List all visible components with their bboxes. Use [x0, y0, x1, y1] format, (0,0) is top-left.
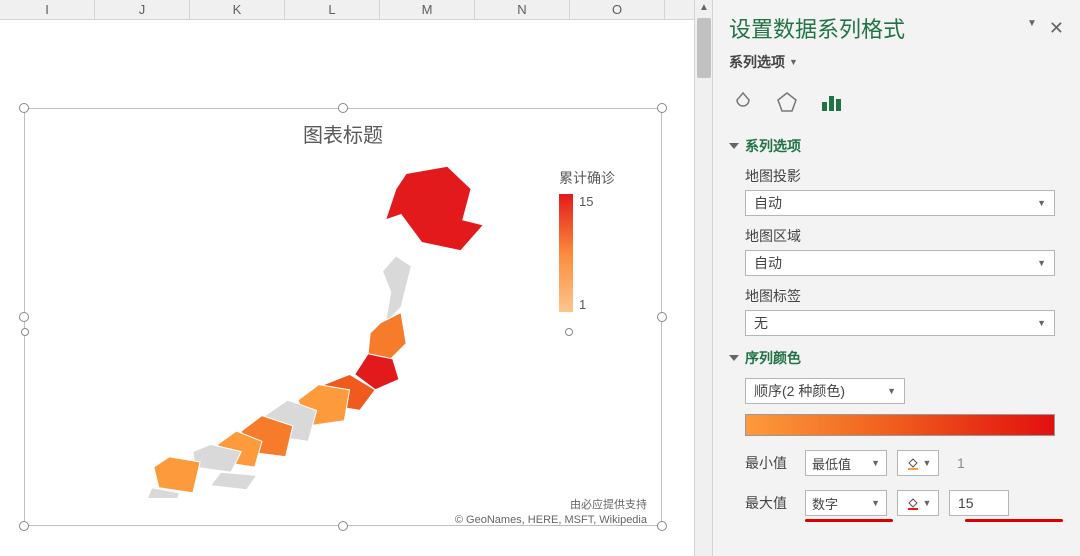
map-labels-label: 地图标签	[745, 286, 1064, 306]
resize-handle[interactable]	[19, 521, 29, 531]
spreadsheet-area: I J K L M N O 图表标题	[0, 0, 712, 556]
max-value-row: 最大值 数字▼ ▼ 15	[745, 490, 1064, 516]
col-header[interactable]: M	[380, 0, 475, 19]
series-color-section: 序列颜色 顺序(2 种颜色)▼ 最小值 最低值▼ ▼ 1 最大值 数字▼	[729, 348, 1064, 516]
scroll-thumb[interactable]	[697, 18, 711, 78]
map-chart[interactable]	[37, 158, 559, 498]
effects-tab[interactable]	[773, 88, 801, 116]
col-header[interactable]: K	[190, 0, 285, 19]
series-options-section: 系列选项 地图投影 自动▼ 地图区域 自动▼ 地图标签 无▼	[729, 136, 1064, 336]
section-toggle[interactable]: 系列选项	[729, 136, 1064, 156]
legend-gradient	[559, 194, 573, 312]
fill-line-tab[interactable]	[729, 88, 757, 116]
panel-title: 设置数据系列格式	[729, 12, 905, 44]
min-value-display: 1	[949, 450, 1009, 476]
chart-plot-area[interactable]: 累计确诊 15 1	[25, 158, 661, 498]
min-type-select[interactable]: 最低值▼	[805, 450, 887, 476]
chart-title[interactable]: 图表标题	[25, 109, 661, 158]
col-header[interactable]: L	[285, 0, 380, 19]
resize-handle[interactable]	[657, 521, 667, 531]
paint-bucket-icon	[905, 495, 921, 511]
format-data-series-panel: 设置数据系列格式 ▼ ✕ 系列选项 ▼ 系列选项 地图投影 自动▼	[712, 0, 1080, 556]
vertical-scrollbar[interactable]: ▲	[694, 0, 712, 556]
format-category-tabs	[729, 88, 1064, 124]
chart-legend[interactable]: 累计确诊 15 1	[559, 158, 649, 498]
max-value-input[interactable]: 15	[949, 490, 1009, 516]
japan-map-svg	[37, 158, 559, 498]
annotation-underline	[805, 519, 893, 522]
panel-options-dropdown[interactable]: ▼	[1027, 18, 1037, 39]
col-header[interactable]: I	[0, 0, 95, 19]
map-projection-select[interactable]: 自动▼	[745, 190, 1055, 216]
map-projection-label: 地图投影	[745, 166, 1064, 186]
resize-handle[interactable]	[19, 103, 29, 113]
max-type-select[interactable]: 数字▼	[805, 490, 887, 516]
min-color-button[interactable]: ▼	[897, 450, 939, 476]
map-area-label: 地图区域	[745, 226, 1064, 246]
scroll-up-button[interactable]: ▲	[695, 0, 713, 18]
annotation-underline	[965, 519, 1063, 522]
sheet-body[interactable]: 图表标题	[0, 20, 712, 556]
max-label: 最大值	[745, 493, 795, 513]
chart-object[interactable]: 图表标题	[24, 108, 662, 526]
section-toggle[interactable]: 序列颜色	[729, 348, 1064, 368]
resize-handle[interactable]	[657, 103, 667, 113]
column-headers: I J K L M N O	[0, 0, 712, 20]
legend-max: 15	[579, 194, 593, 209]
map-area-select[interactable]: 自动▼	[745, 250, 1055, 276]
close-icon[interactable]: ✕	[1049, 18, 1064, 39]
series-options-tab[interactable]	[817, 88, 845, 116]
resize-handle[interactable]	[338, 521, 348, 531]
resize-handle[interactable]	[338, 103, 348, 113]
col-header[interactable]: J	[95, 0, 190, 19]
color-scheme-select[interactable]: 顺序(2 种颜色)▼	[745, 378, 905, 404]
col-header[interactable]: N	[475, 0, 570, 19]
max-color-button[interactable]: ▼	[897, 490, 939, 516]
paint-bucket-icon	[905, 455, 921, 471]
plot-resize-handle[interactable]	[565, 328, 573, 336]
col-header[interactable]: O	[570, 0, 665, 19]
min-value-row: 最小值 最低值▼ ▼ 1	[745, 450, 1064, 476]
map-labels-select[interactable]: 无▼	[745, 310, 1055, 336]
min-label: 最小值	[745, 453, 795, 473]
color-gradient-preview	[745, 414, 1055, 436]
plot-resize-handle[interactable]	[21, 328, 29, 336]
legend-title: 累计确诊	[559, 168, 649, 188]
legend-min: 1	[579, 297, 593, 312]
series-options-dropdown[interactable]: 系列选项 ▼	[729, 52, 1064, 72]
